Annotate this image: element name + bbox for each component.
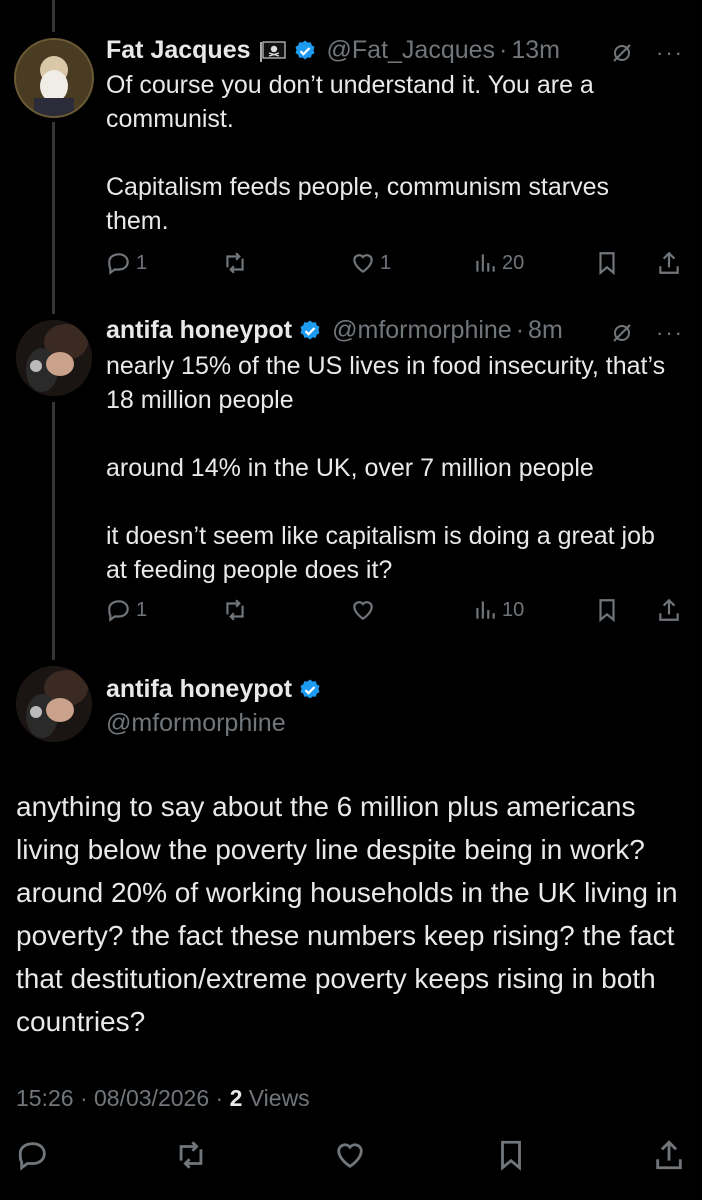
more-icon[interactable]: ··· [656, 320, 684, 346]
separator: · [499, 36, 508, 64]
author-handle[interactable]: @Fat_Jacques [327, 36, 496, 65]
repost-button[interactable] [222, 250, 252, 276]
thread-line-top [52, 0, 55, 32]
views-count: 20 [502, 251, 525, 274]
bookmark-icon [599, 252, 615, 276]
timestamp[interactable]: 15:26 · 08/03/2026 · [16, 1085, 230, 1111]
main-tweet-text: anything to say about the 6 million plus… [16, 791, 678, 1037]
post-time[interactable]: 8m [528, 316, 563, 345]
bookmark-button[interactable] [594, 597, 624, 623]
like-button[interactable]: 1 [350, 250, 391, 276]
like-icon [353, 601, 373, 620]
views-icon [476, 601, 495, 619]
like-button[interactable] [350, 597, 380, 623]
views-number: 2 [229, 1085, 243, 1111]
share-icon [659, 251, 679, 274]
bookmark-icon [599, 599, 615, 623]
separator: · [515, 316, 525, 344]
avatar-fat-jacques[interactable] [16, 40, 92, 116]
reply-icon[interactable] [16, 1138, 50, 1172]
post-time[interactable]: 13m [511, 36, 560, 65]
reply-icon [108, 600, 129, 622]
repost-icon [226, 252, 244, 274]
thread-line-2 [52, 402, 55, 660]
author-name[interactable]: Fat Jacques [106, 36, 251, 65]
avatar-antifa-honeypot[interactable] [16, 320, 92, 396]
bookmark-button[interactable] [594, 250, 624, 276]
share-icon[interactable] [652, 1138, 686, 1172]
like-icon [353, 254, 373, 273]
repost-button[interactable] [222, 597, 252, 623]
author-handle[interactable]: @mformorphine [332, 316, 512, 345]
share-button[interactable] [656, 250, 686, 276]
repost-icon[interactable] [174, 1138, 208, 1172]
views-button[interactable]: 20 [472, 250, 524, 276]
tweet-meta: 15:26 · 08/03/2026 · 2 Views [16, 1085, 310, 1112]
reply-count: 1 [136, 598, 148, 621]
bookmark-icon[interactable] [494, 1138, 528, 1172]
main-author-name[interactable]: antifa honeypot [106, 675, 292, 704]
main-action-bar [0, 1138, 702, 1174]
action-bar: 1 1 20 [106, 250, 686, 280]
pirate-flag-icon [259, 40, 286, 62]
reply-button[interactable]: 1 [106, 250, 147, 276]
avatar-main[interactable] [16, 666, 92, 742]
repost-icon [226, 599, 244, 621]
reply-count: 1 [136, 251, 148, 274]
tweet-text: Of course you don’t understand it. You a… [106, 71, 609, 235]
reply-button[interactable]: 1 [106, 597, 147, 623]
tweet-text: nearly 15% of the US lives in food insec… [106, 352, 666, 584]
like-icon[interactable] [333, 1138, 367, 1172]
author-name[interactable]: antifa honeypot [106, 316, 292, 345]
verified-icon [300, 679, 320, 698]
action-bar: 1 10 [106, 597, 686, 627]
grok-icon[interactable] [610, 41, 634, 65]
main-author-handle[interactable]: @mformorphine [106, 709, 286, 738]
reply-icon [108, 253, 129, 275]
views-button[interactable]: 10 [472, 597, 524, 623]
verified-icon [300, 320, 320, 339]
views-label: Views [242, 1085, 310, 1111]
views-count: 10 [502, 598, 525, 621]
views-icon [476, 254, 495, 272]
verified-icon [295, 40, 315, 59]
thread-line-1 [52, 122, 55, 314]
like-count: 1 [380, 251, 392, 274]
share-icon [659, 598, 679, 621]
grok-icon[interactable] [610, 321, 634, 345]
more-icon[interactable]: ··· [656, 40, 684, 66]
share-button[interactable] [656, 597, 686, 623]
